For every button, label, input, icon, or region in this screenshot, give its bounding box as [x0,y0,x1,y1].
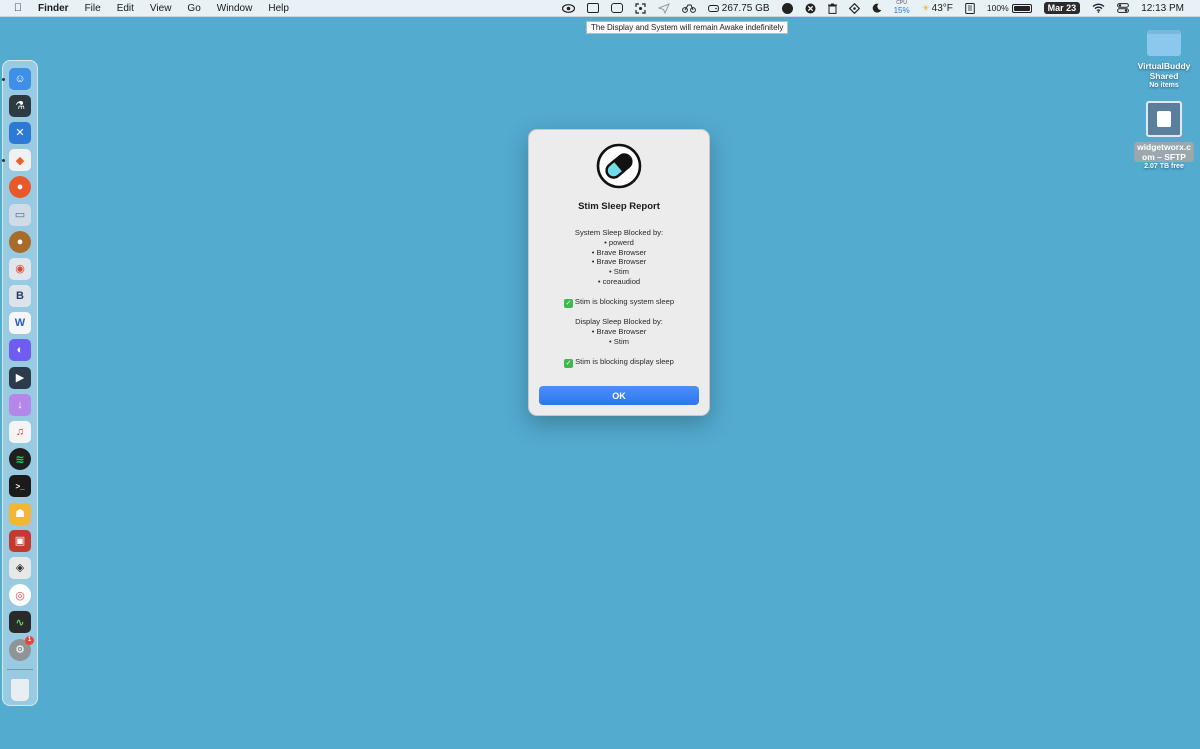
bartender-icon[interactable]: ☗ [9,502,31,525]
desktop-item-sub: No items [1149,82,1179,89]
display-sleep-status: ✓ Stim is blocking display sleep [529,357,709,368]
word-icon[interactable]: W [9,312,31,335]
display-blocker-item: • Brave Browser [591,327,647,337]
lifesaver-icon[interactable]: ◎ [9,584,31,607]
ok-button[interactable]: OK [539,386,699,405]
display-blocker-item: • Stim [609,336,629,346]
notification-badge: 1 [25,635,34,645]
stim-eye-icon[interactable] [556,0,581,16]
menu-bar:  Finder File Edit View Go Window Help 2… [0,0,1200,17]
system-settings-icon[interactable]: ⚙ 1 [9,635,34,661]
pill-icon [596,143,642,189]
system-blocker-item: • coreaudiod [597,276,641,286]
menu-file[interactable]: File [77,0,109,16]
xcode-tools-icon[interactable]: ✕ [9,121,31,144]
system-blocker-item: • Brave Browser [591,247,647,257]
screenshot-icon[interactable] [629,0,652,16]
folder-icon [1147,30,1181,56]
date-status[interactable]: Mar 23 [1038,0,1087,16]
stim-sleep-report-dialog: Stim Sleep Report System Sleep Blocked b… [528,129,710,416]
dock-separator [7,669,33,671]
finder-icon[interactable]: ☺ [2,67,31,90]
desktop-item-name: widgetworx.c om – SFTP [1134,142,1194,162]
chrome-app-icon[interactable]: ◉ [9,257,31,280]
battery-icon [1011,3,1032,13]
downie-icon[interactable]: ↓ [9,393,31,416]
headphones-icon[interactable]: ♫ [9,421,31,444]
desktop-item-sftp-drive[interactable]: widgetworx.c om – SFTP 2.07 TB free [1131,101,1197,170]
spotify-icon[interactable]: ≋ [9,448,31,471]
control-center-icon[interactable] [1111,0,1135,16]
stim-tooltip: The Display and System will remain Awake… [586,21,789,34]
firefox-icon[interactable]: ● [9,176,31,199]
contrast-icon[interactable] [776,0,799,16]
check-icon: ✓ [564,358,574,368]
display-sleep-heading: Display Sleep Blocked by: [575,317,663,327]
desktop-item-name: VirtualBuddy Shared [1137,61,1191,81]
infuse-icon[interactable]: ▶ [9,366,31,389]
display-status-text: Stim is blocking display sleep [575,356,674,366]
shield-x-icon[interactable] [799,0,822,16]
system-sleep-status: ✓ Stim is blocking system sleep [529,297,709,308]
clock-text[interactable]: 12:13 PM [1135,0,1190,16]
system-blocker-item: • Stim [609,267,629,277]
desktop-item-sub: 2.07 TB free [1144,163,1184,170]
trash-icon[interactable] [11,678,29,701]
bike-icon[interactable] [676,0,702,16]
preview-icon[interactable]: ▭ [9,203,31,226]
sun-cloud-icon: ☀ [921,2,930,13]
screen-share-icon[interactable] [581,0,605,16]
system-blocker-item: • powerd [604,237,634,247]
network-drive-icon [1146,101,1182,137]
diamond-icon[interactable] [843,0,866,16]
flask-icon[interactable]: ⚗ [9,94,31,117]
cpu-value: 15% [893,6,910,15]
terminal-icon[interactable]: >_ [9,475,31,498]
bbedit-icon[interactable]: B [9,285,31,308]
menu-app-name[interactable]: Finder [36,0,77,16]
menu-help[interactable]: Help [260,0,297,16]
dock: ☺ ⚗ ✕ ◆ ● ▭ ● ◉ B W ◐ ▶ ↓ ♫ ≋ >_ ☗ ▣ ◈ ◎ ∿ ⚙ 1 [2,60,38,706]
running-indicator [2,159,5,163]
send-icon[interactable] [652,0,676,16]
date-text: Mar 23 [1043,2,1081,14]
desktop-item-virtualbuddy[interactable]: VirtualBuddy Shared No items [1131,30,1197,89]
battery-text: 100% [986,3,1009,13]
menu-go[interactable]: Go [179,0,208,16]
dialog-title: Stim Sleep Report [578,201,660,212]
system-blocker-item: • Brave Browser [591,257,647,267]
photo-app-icon[interactable]: ▣ [9,529,31,552]
clipboard-icon[interactable] [959,0,981,16]
brave-icon[interactable]: ◆ [2,149,31,172]
acorn-icon[interactable]: ● [9,230,31,253]
running-indicator [2,77,5,81]
system-status-text: Stim is blocking system sleep [574,296,675,306]
menu-edit[interactable]: Edit [109,0,142,16]
dialog-body: System Sleep Blocked by: • powerd • Brav… [529,228,709,368]
disk-status[interactable]: 267.75 GB [702,0,776,16]
activity-monitor-icon[interactable]: ∿ [9,611,31,634]
arc-icon[interactable]: ◐ [9,339,31,362]
moon-icon[interactable] [866,0,888,16]
trash-menu-icon[interactable] [822,0,843,16]
cpu-meter[interactable]: CPU 15% [888,0,916,16]
photo-tray-icon[interactable] [605,0,629,16]
menu-view[interactable]: View [142,0,180,16]
wifi-icon[interactable] [1086,0,1111,16]
layers-icon[interactable]: ◈ [9,556,31,579]
system-sleep-heading: System Sleep Blocked by: [574,228,664,237]
disk-free-text: 267.75 GB [721,2,770,14]
status-area: 267.75 GB CPU 15% ☀ 43°F 100% Mar 23 12:… [556,0,1200,16]
battery-status[interactable]: 100% [981,0,1038,16]
apple-menu-icon[interactable]:  [0,2,36,14]
weather-text: 43°F [931,2,953,14]
weather-status[interactable]: ☀ 43°F [916,0,959,16]
menu-left:  Finder File Edit View Go Window Help [0,0,297,16]
menu-window[interactable]: Window [209,0,261,16]
check-icon: ✓ [563,298,573,308]
